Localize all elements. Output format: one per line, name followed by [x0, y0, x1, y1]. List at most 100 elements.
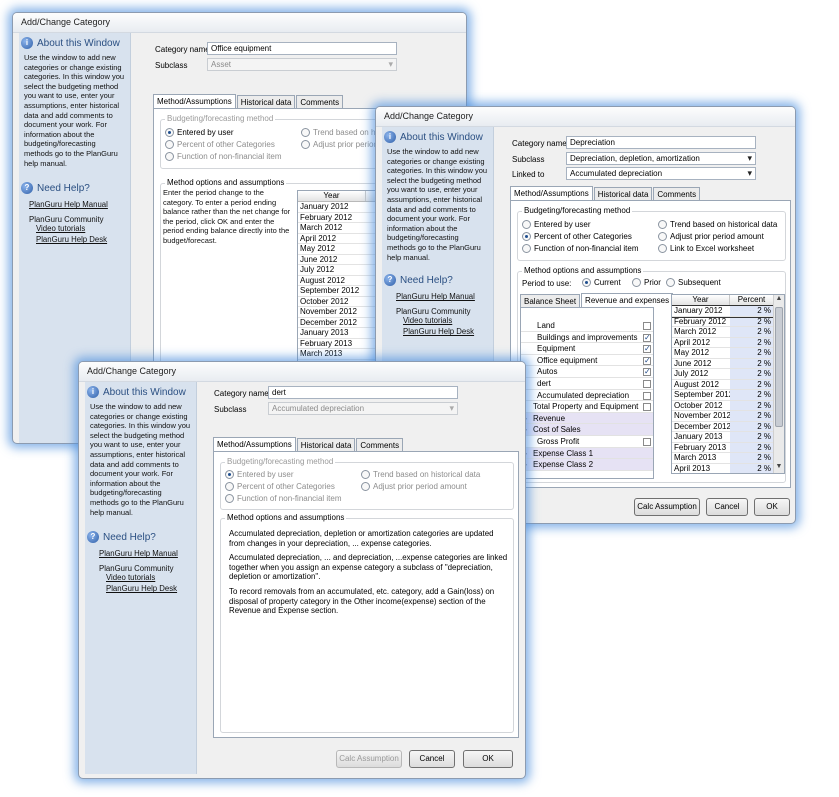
grid-row[interactable]: July 2012 2 % — [672, 369, 784, 380]
ok-button[interactable]: OK — [754, 498, 790, 516]
checkbox-icon[interactable] — [643, 391, 651, 400]
percent-cell[interactable]: 2 % — [730, 369, 774, 379]
category-tree[interactable]: Land Buildings and improvements EquipmentO… — [520, 307, 654, 479]
percent-cell[interactable]: 2 % — [730, 400, 774, 410]
calc-assumption-button[interactable]: Calc Assumption — [634, 498, 700, 516]
linked-to-select[interactable]: Accumulated depreciation — [566, 167, 756, 180]
method-entered-by-user[interactable]: Entered by user — [165, 128, 233, 137]
method-function-nonfinancial[interactable]: Function of non-financial item — [225, 494, 342, 503]
grid-row[interactable]: April 2013 2 % — [672, 463, 784, 473]
checkbox-icon[interactable] — [643, 322, 651, 330]
percent-grid[interactable]: Year Percent January 2012 2 % February 201… — [671, 294, 785, 474]
percent-cell[interactable]: 2 % — [730, 327, 774, 337]
tree-row[interactable]: Autos — [521, 366, 653, 378]
help-desk-link[interactable]: PlanGuru Help Desk — [36, 235, 130, 244]
method-percent-other[interactable]: Percent of other Categories — [225, 482, 335, 491]
percent-cell[interactable]: 2 % — [730, 421, 774, 431]
period-current[interactable]: Current — [582, 278, 621, 287]
grid-row[interactable]: March 2013 2 % — [672, 453, 784, 464]
grid-row[interactable]: August 2012 2 % — [672, 379, 784, 390]
category-name-input[interactable]: Depreciation — [566, 136, 756, 149]
scroll-down-icon[interactable]: ▼ — [774, 463, 784, 473]
subclass-select[interactable]: Accumulated depreciation — [268, 402, 458, 415]
method-function-nonfinancial[interactable]: Function of non-financial item — [522, 244, 639, 253]
grid-row[interactable]: January 2013 2 % — [672, 432, 784, 443]
video-tutorials-link[interactable]: Video tutorials — [36, 224, 130, 233]
grid-row[interactable]: January 2012 2 % — [672, 305, 784, 318]
grid-row[interactable]: February 2012 2 % — [672, 316, 784, 327]
tree-row[interactable]: Total Property and Equipment — [521, 401, 653, 413]
category-name-input[interactable]: dert — [268, 386, 458, 399]
tree-row[interactable]: Buildings and improvements — [521, 332, 653, 343]
video-tutorials-link[interactable]: Video tutorials — [106, 573, 196, 582]
help-manual-link[interactable]: PlanGuru Help Manual — [99, 549, 196, 558]
scroll-thumb[interactable] — [775, 307, 783, 427]
cancel-button[interactable]: Cancel — [706, 498, 748, 516]
tree-group-row[interactable]: ▸Cost of Sales — [521, 424, 653, 436]
method-trend[interactable]: Trend based on historical data — [658, 220, 777, 229]
scroll-up-icon[interactable]: ▲ — [774, 295, 784, 305]
method-adjust-prior[interactable]: Adjust prior period amount — [361, 482, 467, 491]
grid-row[interactable]: December 2012 2 % — [672, 421, 784, 432]
grid-row[interactable]: February 2013 2 % — [672, 442, 784, 453]
video-tutorials-link[interactable]: Video tutorials — [403, 316, 493, 325]
grid-row[interactable]: October 2012 2 % — [672, 400, 784, 411]
percent-cell[interactable]: 2 % — [730, 432, 774, 442]
tree-group-row[interactable]: ▸Expense Class 1 — [521, 447, 653, 460]
method-function-nonfinancial[interactable]: Function of non-financial item — [165, 152, 282, 161]
tree-row[interactable]: Equipment — [521, 343, 653, 355]
grid-row[interactable]: September 2012 2 % — [672, 390, 784, 401]
method-link-excel[interactable]: Link to Excel worksheet — [658, 244, 754, 253]
percent-cell[interactable]: 2 % — [730, 306, 774, 316]
checkbox-icon[interactable] — [643, 380, 651, 388]
checkbox-icon[interactable] — [643, 403, 651, 412]
cancel-button[interactable]: Cancel — [409, 750, 455, 768]
checkbox-icon[interactable] — [643, 332, 651, 343]
grid-row[interactable]: November 2012 2 % — [672, 411, 784, 422]
percent-cell[interactable]: 2 % — [730, 390, 774, 400]
tree-group-row[interactable]: ▸Expense Class 2 — [521, 459, 653, 471]
percent-cell[interactable]: 2 % — [730, 411, 774, 421]
tree-row[interactable]: Gross Profit — [521, 436, 653, 448]
method-percent-other[interactable]: Percent of other Categories — [522, 232, 632, 241]
percent-cell[interactable]: 2 % — [730, 348, 774, 358]
percent-cell[interactable]: 2 % — [730, 358, 774, 368]
tree-group-row[interactable]: ▸Revenue — [521, 412, 653, 425]
help-manual-link[interactable]: PlanGuru Help Manual — [29, 200, 130, 209]
percent-cell[interactable]: 2 % — [730, 463, 774, 473]
percent-cell[interactable]: 2 % — [730, 379, 774, 389]
checkbox-icon[interactable] — [643, 343, 651, 355]
method-percent-other[interactable]: Percent of other Categories — [165, 140, 275, 149]
method-entered-by-user[interactable]: Entered by user — [225, 470, 293, 479]
category-name-input[interactable]: Office equipment — [207, 42, 397, 55]
help-manual-link[interactable]: PlanGuru Help Manual — [396, 292, 493, 301]
method-trend[interactable]: Trend based on historical data — [361, 470, 480, 479]
tree-row[interactable]: Land — [521, 320, 653, 332]
method-adjust-prior[interactable]: Adjust prior period a — [301, 140, 385, 149]
tree-row[interactable]: Office equipment — [521, 355, 653, 366]
checkbox-icon[interactable] — [643, 355, 651, 366]
help-desk-link[interactable]: PlanGuru Help Desk — [403, 327, 493, 336]
grid-row[interactable]: May 2012 2 % — [672, 348, 784, 359]
grid-row[interactable]: June 2012 2 % — [672, 358, 784, 369]
checkbox-icon[interactable] — [643, 366, 651, 378]
period-subsequent[interactable]: Subsequent — [666, 278, 721, 287]
percent-cell[interactable]: 2 % — [730, 316, 774, 326]
method-entered-by-user[interactable]: Entered by user — [522, 220, 590, 229]
method-adjust-prior[interactable]: Adjust prior period amount — [658, 232, 764, 241]
grid-row[interactable]: April 2012 2 % — [672, 337, 784, 348]
percent-cell[interactable]: 2 % — [730, 442, 774, 452]
subclass-select[interactable]: Asset — [207, 58, 397, 71]
help-desk-link[interactable]: PlanGuru Help Desk — [106, 584, 196, 593]
percent-cell[interactable]: 2 % — [730, 337, 774, 347]
grid-row[interactable]: March 2012 2 % — [672, 327, 784, 338]
checkbox-icon[interactable] — [643, 438, 651, 446]
calc-assumption-button[interactable]: Calc Assumption — [336, 750, 402, 768]
ok-button[interactable]: OK — [463, 750, 513, 768]
period-prior[interactable]: Prior — [632, 278, 661, 287]
percent-cell[interactable]: 2 % — [730, 453, 774, 463]
grid-scrollbar[interactable]: ▲ ▼ — [773, 295, 784, 473]
tree-row[interactable]: dert — [521, 378, 653, 390]
tree-row[interactable]: Accumulated depreciation — [521, 390, 653, 402]
subclass-select[interactable]: Depreciation, depletion, amortization — [566, 152, 756, 165]
